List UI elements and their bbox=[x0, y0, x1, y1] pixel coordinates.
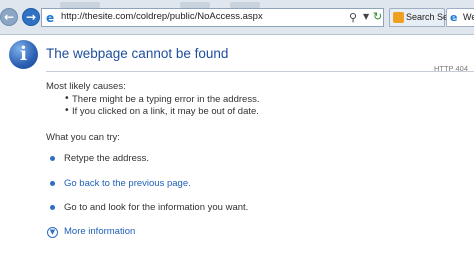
tab-search[interactable]: Search Ser... bbox=[389, 8, 458, 27]
go-back-link[interactable]: Go back to the previous page. bbox=[64, 178, 191, 189]
tab-current[interactable]: e We bbox=[446, 8, 474, 27]
cause-item: There might be a typing error in the add… bbox=[72, 94, 260, 105]
more-information-link[interactable]: More information bbox=[64, 226, 135, 237]
page-title: The webpage cannot be found bbox=[46, 46, 229, 61]
search-icon[interactable]: ⚲ bbox=[349, 11, 357, 24]
tab-label: We bbox=[463, 12, 474, 22]
actions-heading: What you can try: bbox=[46, 132, 120, 143]
forward-arrow-icon: → bbox=[25, 10, 37, 24]
info-icon: i bbox=[9, 40, 38, 69]
address-url[interactable]: http://thesite.com/coldrep/public/NoAcce… bbox=[61, 11, 263, 22]
back-arrow-icon: ← bbox=[3, 10, 15, 24]
bullet-dot bbox=[50, 156, 55, 161]
action-go-to: Go to and look for the information you w… bbox=[64, 202, 249, 213]
back-button[interactable]: ← bbox=[0, 8, 18, 26]
address-bar[interactable]: e http://thesite.com/coldrep/public/NoAc… bbox=[41, 8, 384, 27]
title-divider bbox=[46, 71, 474, 72]
browser-toolbar: ← → e http://thesite.com/coldrep/public/… bbox=[0, 0, 474, 35]
search-tab-icon bbox=[393, 12, 404, 23]
bullet-dot bbox=[50, 205, 55, 210]
chevron-down-icon[interactable]: ▼ bbox=[363, 12, 369, 21]
cause-item: If you clicked on a link, it may be out … bbox=[72, 106, 259, 117]
chevron-down-circle-icon[interactable]: ▼ bbox=[47, 227, 58, 238]
causes-heading: Most likely causes: bbox=[46, 81, 126, 92]
refresh-icon[interactable]: ↻ bbox=[373, 10, 382, 23]
bullet-dot: • bbox=[64, 93, 70, 104]
ie-tab-icon: e bbox=[450, 11, 458, 24]
ie-page-icon: e bbox=[46, 11, 55, 25]
action-retype: Retype the address. bbox=[64, 153, 150, 164]
bullet-dot bbox=[50, 181, 55, 186]
forward-button[interactable]: → bbox=[22, 8, 40, 26]
bullet-dot: • bbox=[64, 105, 70, 116]
